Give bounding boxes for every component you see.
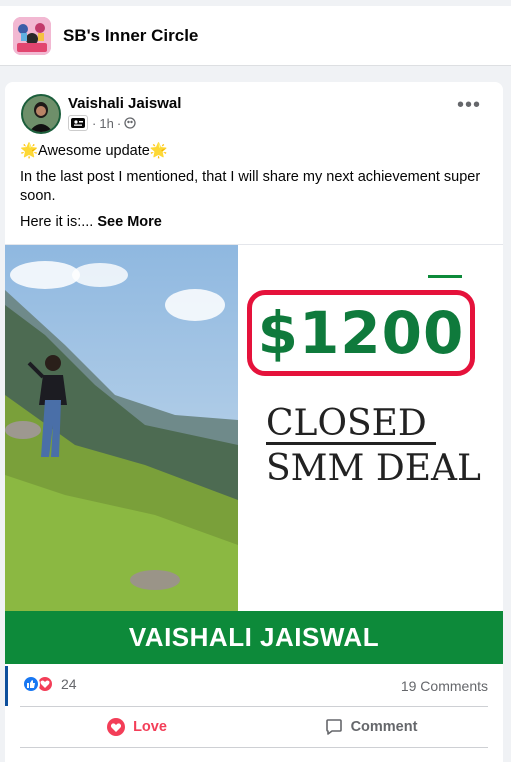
deal-line-1-wrap: CLOSED (266, 403, 486, 445)
post-time[interactable]: 1h (99, 116, 113, 131)
meta-separator: · (92, 115, 97, 131)
like-reaction-icon (22, 675, 40, 693)
achievement-panel: $1200 CLOSED SMM DEAL (238, 245, 503, 611)
post-meta: · 1h · (68, 115, 136, 131)
group-member-badge-icon (68, 115, 88, 131)
comment-icon (325, 718, 343, 736)
comments-count[interactable]: 19 Comments (401, 678, 488, 694)
love-label: Love (133, 719, 167, 735)
deal-amount: $1200 (257, 299, 465, 367)
reactions-summary[interactable]: 24 (22, 675, 77, 693)
love-button[interactable]: Love (20, 707, 254, 747)
meta-separator-2: · (116, 115, 122, 131)
name-banner: VAISHALI JAISWAL (5, 611, 503, 664)
group-title[interactable]: SB's Inner Circle (63, 26, 198, 46)
deal-line-2: SMM DEAL (266, 448, 481, 489)
author-name[interactable]: Vaishali Jaiswal (68, 95, 181, 112)
post-line-3: Here it is:... See More (20, 213, 490, 232)
author-avatar[interactable] (21, 94, 61, 134)
post-card: Vaishali Jaiswal · 1h · ••• 🌟Awesome upd… (5, 82, 503, 762)
post-line-2: In the last post I mentioned, that I wil… (20, 169, 481, 204)
name-banner-text: VAISHALI JAISWAL (128, 622, 380, 652)
amount-highlight-box: $1200 (247, 290, 475, 376)
post-line-1: 🌟Awesome update🌟 (20, 143, 168, 159)
love-icon (107, 718, 126, 736)
post-image[interactable]: $1200 CLOSED SMM DEAL VAISHALI JAISWAL (5, 244, 503, 664)
more-options-icon[interactable]: ••• (457, 95, 481, 115)
group-thumbnail[interactable] (13, 16, 51, 55)
comment-label: Comment (350, 719, 418, 735)
post-line-3-prefix: Here it is:... (20, 214, 94, 230)
author-photo (5, 245, 238, 611)
post-actions: Love Comment (20, 706, 488, 748)
reaction-count: 24 (61, 676, 77, 692)
comment-button[interactable]: Comment (254, 707, 488, 747)
post-stats: 24 19 Comments (5, 666, 503, 706)
group-header: SB's Inner Circle (0, 6, 511, 66)
deal-line-1: CLOSED (266, 403, 427, 444)
green-accent-line (428, 275, 462, 278)
audience-globe-icon (124, 117, 136, 129)
see-more-link[interactable]: See More (97, 214, 161, 230)
